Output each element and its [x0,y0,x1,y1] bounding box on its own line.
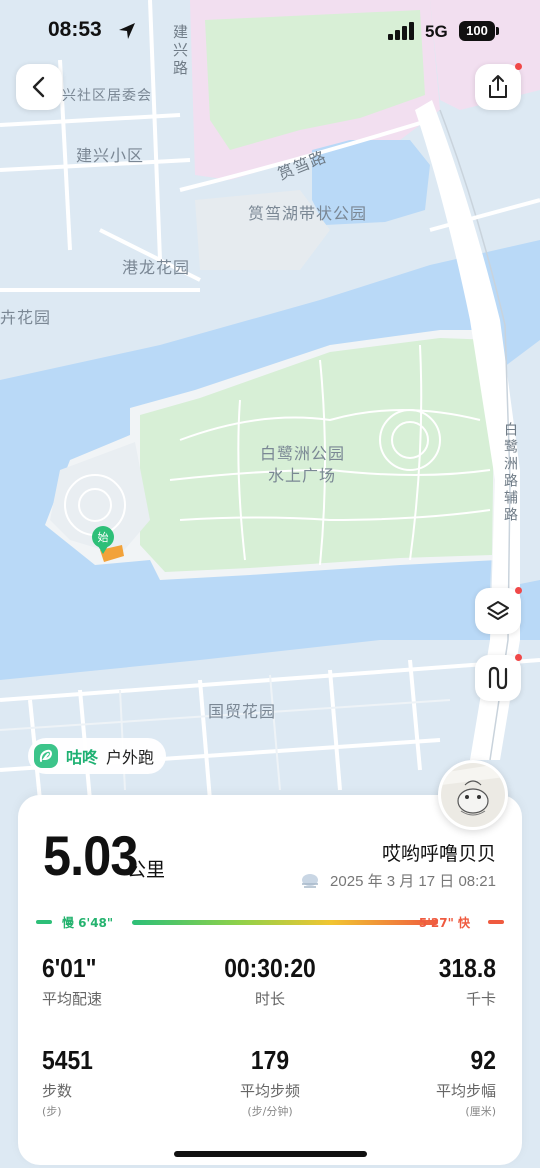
stat-value: 00:30:20 [224,953,316,983]
route-icon [488,666,508,690]
stat-steps: 5451 步数 (步) [42,1045,202,1119]
stat-value: 92 [470,1045,496,1075]
avatar[interactable] [438,760,508,830]
battery-tip [496,27,499,35]
map-label-huahuayuan: 卉花园 [0,308,52,327]
location-arrow-icon [119,23,135,39]
stat-unit: (厘米) [465,1105,496,1118]
stat-label: 千卡 [465,990,496,1008]
share-button[interactable] [475,64,521,110]
user-nickname[interactable]: 哎哟呼噜贝贝 [382,839,496,866]
stat-unit: (步/分钟) [247,1105,293,1118]
stat-label: 平均步频 [239,1082,300,1100]
start-marker-label: 始 [97,531,109,544]
stat-cadence: 179 平均步频 (步/分钟) [190,1045,350,1119]
pace-fast-dash [488,920,504,924]
status-time: 08:53 [48,18,102,41]
map-label-bailuzhou-park: 白鹭洲公园 [260,444,346,463]
app-brand: 咕咚 [66,748,99,767]
status-bar: 08:53 5G 100 [0,0,540,62]
run-summary-card: 5.03 公里 哎哟呼噜贝贝 2025 年 3 月 17 日 08:21 慢 6… [18,795,522,1165]
map-label-bailuzhou-aux-road: 白鹭洲路辅路 [502,422,518,524]
home-indicator [174,1151,367,1157]
weather-icon [302,873,319,888]
app-tag: 咕咚 户外跑 [28,738,167,774]
activity-type: 户外跑 [106,748,155,767]
layers-icon [487,601,509,620]
pace-slow-label: 慢 6'48" [62,916,114,930]
pace-color-scale: 慢 6'48" 5'27" 快 [34,912,506,932]
run-date-text: 2025 年 3 月 17 日 08:21 [330,873,496,890]
signal-icon [388,22,414,40]
share-notification-dot [515,63,522,70]
stat-avg-pace: 6'01" 平均配速 [42,953,202,1009]
map-layers-button[interactable] [475,588,521,634]
battery-icon: 100 [459,21,495,41]
back-button[interactable] [16,64,62,110]
run-date: 2025 年 3 月 17 日 08:21 [300,870,496,891]
distance-unit: 公里 [127,859,166,881]
stat-label: 步数 [42,1082,73,1100]
map-label-jianxing-district: 建兴小区 [76,146,145,165]
route-style-button[interactable] [475,655,521,701]
map-label-community: 兴社区居委会 [62,88,152,104]
stat-stride: 92 平均步幅 (厘米) [336,1045,496,1119]
stat-duration: 00:30:20 时长 [190,953,350,1009]
pace-gradient [132,920,438,925]
route-notification-dot [515,654,522,661]
map-label-yundang-park: 筼筜湖带状公园 [248,204,368,223]
stat-calories: 318.8 千卡 [336,953,496,1009]
stat-value: 179 [250,1045,290,1075]
avatar-image [441,763,505,827]
stat-unit: (步) [42,1105,62,1118]
layers-notification-dot [515,587,522,594]
pace-fast-label: 5'27" 快 [418,916,470,930]
network-type: 5G [425,22,448,41]
pace-slow-dash [36,920,52,924]
map-label-water-plaza: 水上广场 [268,466,337,485]
chevron-left-icon [32,76,45,98]
distance-value: 5.03 [43,824,138,887]
stat-value: 6'01" [42,953,97,983]
stat-value: 318.8 [438,953,496,983]
codoon-logo-icon [34,744,58,768]
map-label-guomao-garden: 国贸花园 [208,702,277,721]
stat-value: 5451 [42,1045,93,1075]
share-icon [489,75,507,98]
stat-label: 平均配速 [42,990,103,1008]
stat-label: 平均步幅 [435,1082,496,1100]
map-label-ganglong-garden: 港龙花园 [122,258,191,277]
stat-label: 时长 [254,990,285,1008]
